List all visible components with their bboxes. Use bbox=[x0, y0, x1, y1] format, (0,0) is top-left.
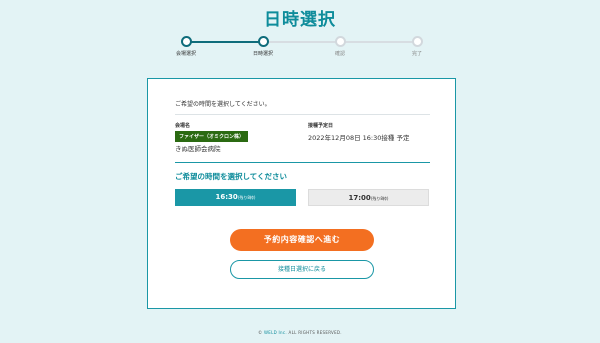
step-datetime: 日時選択 bbox=[233, 36, 293, 57]
footer-brand-link[interactable]: WELD Inc. bbox=[264, 330, 287, 335]
step-dot-icon bbox=[180, 36, 192, 47]
date-label: 接種予定日 bbox=[308, 123, 334, 129]
slot-remaining: (残り8枠) bbox=[237, 195, 256, 200]
time-slot-1700[interactable]: 17:00(残り8枠) bbox=[308, 189, 429, 206]
step-venue: 会場選択 bbox=[156, 36, 216, 57]
step-label: 日時選択 bbox=[252, 51, 273, 57]
step-dot-icon bbox=[411, 36, 423, 47]
slot-time: 16:30 bbox=[215, 193, 238, 201]
divider-accent bbox=[175, 162, 430, 163]
step-dot-icon bbox=[257, 36, 269, 47]
vaccine-badge: ファイザー（オミクロン株） bbox=[175, 131, 249, 142]
step-label: 会場選択 bbox=[175, 51, 196, 57]
back-button[interactable]: 接種日選択に戻る bbox=[230, 260, 374, 279]
time-heading: ご希望の時間を選択してください bbox=[175, 172, 288, 181]
footer-text: ALL RIGHTS RESERVED. bbox=[288, 330, 342, 335]
intro-text: ご希望の時間を選択してください。 bbox=[175, 101, 271, 108]
step-dot-icon bbox=[334, 36, 346, 47]
confirm-button[interactable]: 予約内容確認へ進む bbox=[230, 229, 374, 251]
step-label: 完了 bbox=[411, 51, 422, 57]
clinic-name: きぬ医師会病院 bbox=[175, 145, 221, 153]
reservation-card: ご希望の時間を選択してください。 会場名 ファイザー（オミクロン株） きぬ医師会… bbox=[147, 78, 456, 309]
time-slot-1630[interactable]: 16:30(残り8枠) bbox=[175, 189, 296, 206]
copyright-symbol: © bbox=[258, 330, 263, 335]
step-confirm: 確認 bbox=[310, 36, 370, 57]
page-title: 日時選択 bbox=[264, 10, 336, 30]
slot-remaining: (残り8枠) bbox=[370, 196, 389, 201]
footer-copyright: © WELD Inc. ALL RIGHTS RESERVED. bbox=[0, 330, 600, 335]
step-label: 確認 bbox=[334, 51, 345, 57]
date-value: 2022年12月08日 16:30接種 予定 bbox=[308, 134, 410, 142]
step-complete: 完了 bbox=[387, 36, 447, 57]
progress-stepper: 会場選択 日時選択 確認 完了 bbox=[150, 36, 450, 62]
slot-time: 17:00 bbox=[348, 194, 371, 202]
divider bbox=[175, 114, 430, 115]
venue-label: 会場名 bbox=[175, 123, 191, 129]
